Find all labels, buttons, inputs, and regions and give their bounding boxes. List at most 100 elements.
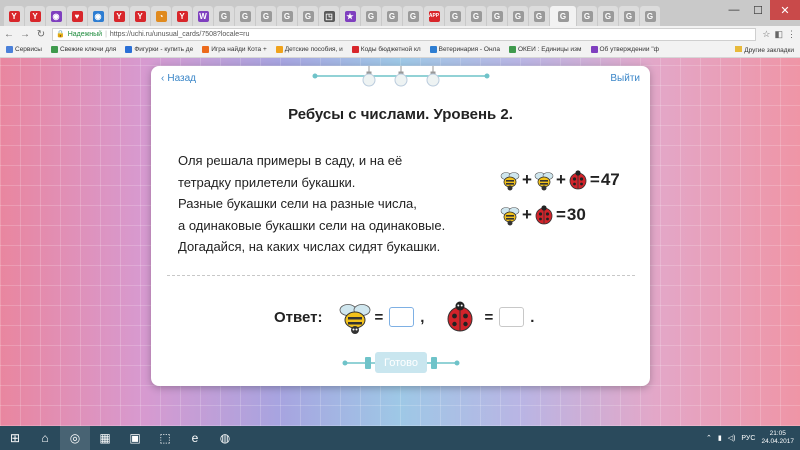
browser-tab[interactable]: Y — [130, 6, 150, 26]
address-bar: ← → ↻ 🔒 Надежный | https://uchi.ru/unusu… — [0, 26, 800, 42]
task-line: Оля решала примеры в саду, и на её — [178, 153, 403, 168]
bee-icon — [500, 172, 520, 191]
tab-favicon-icon: Y — [134, 10, 146, 22]
language-indicator[interactable]: РУС — [741, 435, 755, 442]
browser-tab[interactable]: G — [298, 6, 318, 26]
browser-tab[interactable]: APP — [424, 6, 444, 26]
tab-strip: Y Y ◉ ♥ ◉ Y Y ◔ Y W G G G G G ◳ ★ G G G APP G G G G G G G G G G — [0, 0, 800, 26]
browser-tab[interactable]: G — [235, 6, 255, 26]
tab-favicon-icon: W — [197, 10, 209, 22]
tab-favicon-icon: G — [281, 10, 293, 22]
browser-tab[interactable]: W — [193, 6, 213, 26]
browser-tab[interactable]: G — [382, 6, 402, 26]
browser-tab[interactable]: G — [508, 6, 528, 26]
answer-row: Ответ: = , = . — [274, 299, 536, 335]
browser-tab[interactable]: G — [214, 6, 234, 26]
back-arrow-icon[interactable]: ← — [4, 29, 14, 40]
start-icon[interactable]: ⊞ — [0, 426, 30, 450]
browser-tab[interactable]: G — [640, 6, 660, 26]
browser-tab[interactable]: G — [256, 6, 276, 26]
bookmark-item[interactable]: Сервисы — [6, 46, 42, 53]
chrome-icon[interactable]: ◎ — [60, 426, 90, 450]
star-icon[interactable]: ☆ — [762, 29, 770, 40]
browser-tab[interactable]: ◔ — [151, 6, 171, 26]
home-icon[interactable]: ⌂ — [30, 426, 60, 450]
volume-icon[interactable]: ◁) — [728, 434, 736, 442]
reload-icon[interactable]: ↻ — [36, 29, 46, 40]
tab-favicon-icon: ♥ — [71, 10, 83, 22]
browser-tab[interactable]: G — [550, 6, 576, 26]
maximize-button[interactable]: ☐ — [746, 0, 770, 20]
browser-tab[interactable]: ◉ — [88, 6, 108, 26]
app-icon[interactable]: ◍ — [210, 426, 240, 450]
browser-tab[interactable]: Y — [25, 6, 45, 26]
ladybug-icon — [569, 170, 587, 190]
bookmark-icon — [508, 46, 516, 53]
browser-tab[interactable]: Y — [172, 6, 192, 26]
browser-tab[interactable]: G — [487, 6, 507, 26]
bookmark-item[interactable]: ОКЕИ : Единицы изм — [508, 46, 582, 53]
equation-2-result: 30 — [566, 205, 586, 224]
browser-tab[interactable]: G — [361, 6, 381, 26]
task-line: а одинаковые букашки сели на одинаковые. — [178, 217, 446, 233]
bookmark-item[interactable]: Свежие ключи для — [50, 46, 116, 53]
browser-tab[interactable]: G — [598, 6, 618, 26]
back-link[interactable]: ‹ Назад — [161, 73, 196, 84]
forward-arrow-icon[interactable]: → — [20, 29, 30, 40]
browser-tab[interactable]: G — [577, 6, 597, 26]
browser-tab[interactable]: ◉ — [46, 6, 66, 26]
browser-tab[interactable]: Y — [4, 6, 24, 26]
tab-favicon-icon: G — [302, 10, 314, 22]
ladybug-answer-input[interactable] — [499, 307, 525, 327]
bookmark-item[interactable]: Фигурки - купить де — [125, 46, 193, 53]
menu-icon[interactable]: ⋮ — [787, 29, 796, 40]
explorer-icon[interactable]: ▦ — [90, 426, 120, 450]
address-icons: ☆ ◧ ⋮ — [762, 29, 796, 40]
tab-favicon-icon: APP — [428, 10, 440, 22]
browser-tab[interactable]: G — [403, 6, 423, 26]
browser-tab[interactable]: G — [277, 6, 297, 26]
browser-tab[interactable]: G — [529, 6, 549, 26]
bookmark-item[interactable]: Об утверждении "ф — [590, 46, 659, 53]
tab-favicon-icon: G — [533, 10, 545, 22]
browser-tab[interactable]: Y — [109, 6, 129, 26]
browser-tab[interactable]: ◳ — [319, 6, 339, 26]
browser-tab[interactable]: G — [619, 6, 639, 26]
window-icon[interactable]: ⬚ — [150, 426, 180, 450]
network-icon[interactable]: ▮ — [718, 434, 722, 442]
word-icon[interactable]: ▣ — [120, 426, 150, 450]
page-title: Ребусы с числами. Уровень 2. — [288, 106, 513, 123]
browser-tab[interactable]: G — [466, 6, 486, 26]
bookmark-item[interactable]: Детские пособия, и — [275, 46, 343, 53]
ladybug-icon — [535, 205, 553, 225]
extension-icon[interactable]: ◧ — [774, 29, 783, 40]
browser-tab[interactable]: ★ — [340, 6, 360, 26]
tab-favicon-icon: Y — [8, 10, 20, 22]
bee-answer-input[interactable] — [389, 307, 415, 327]
url-text: https://uchi.ru/unusual_cards/7508?local… — [109, 30, 250, 38]
clock[interactable]: 21:05 24.04.2017 — [761, 430, 794, 446]
ie-icon[interactable]: e — [180, 426, 210, 450]
logout-link[interactable]: Выйти — [610, 73, 640, 84]
tab-favicon-icon: G — [239, 10, 251, 22]
plus-sign: + — [555, 170, 566, 189]
close-window-button[interactable]: ✕ — [770, 0, 800, 20]
bookmark-item[interactable]: Игра найди Кота + — [202, 46, 267, 53]
tab-favicon-icon: G — [260, 10, 272, 22]
bookmarks-bar: Сервисы Свежие ключи для Фигурки - купить … — [0, 42, 800, 58]
plus-sign: + — [522, 205, 532, 224]
bookmark-icon — [590, 46, 598, 53]
bookmark-item[interactable]: Ветеринария - Онла — [429, 46, 500, 53]
bookmark-item[interactable]: Коды бюджетной кл — [351, 46, 421, 53]
tab-favicon-icon: G — [407, 10, 419, 22]
browser-tab[interactable]: ♥ — [67, 6, 87, 26]
ladybug-icon — [447, 301, 473, 332]
tab-favicon-icon: G — [386, 10, 398, 22]
tab-favicon-icon: G — [512, 10, 524, 22]
other-bookmarks[interactable]: Другие закладки — [735, 45, 794, 54]
url-input[interactable]: 🔒 Надежный | https://uchi.ru/unusual_car… — [52, 27, 757, 41]
minimize-button[interactable]: — — [722, 0, 746, 20]
tray-up-icon[interactable]: ⌃ — [706, 434, 712, 442]
browser-tab[interactable]: G — [445, 6, 465, 26]
ready-button[interactable]: Готово — [375, 352, 427, 373]
